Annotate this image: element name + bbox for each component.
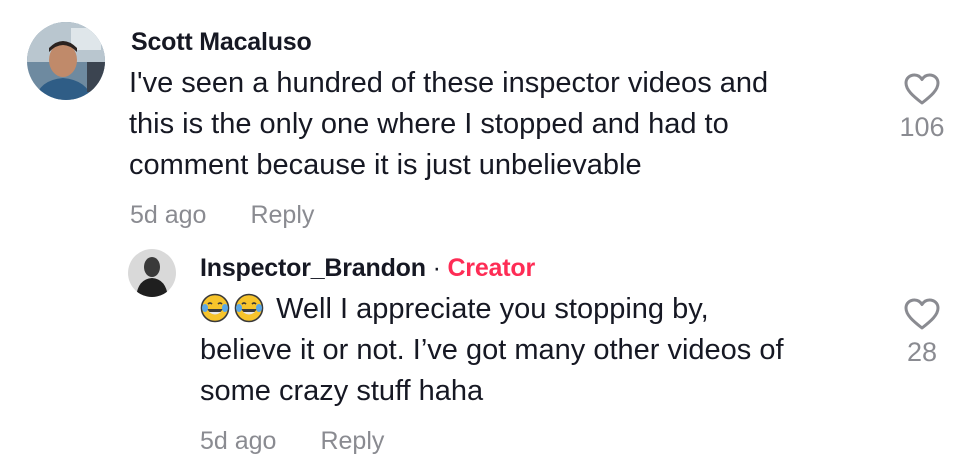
like-count: 106 bbox=[899, 112, 945, 142]
like-button[interactable]: 106 bbox=[887, 72, 957, 143]
avatar[interactable] bbox=[27, 22, 105, 100]
reply-button[interactable]: Reply bbox=[250, 201, 314, 229]
reply-button[interactable]: Reply bbox=[320, 427, 384, 455]
like-button[interactable]: 28 bbox=[887, 297, 957, 368]
comment-meta: 5d ago Reply bbox=[130, 201, 314, 230]
avatar[interactable] bbox=[128, 249, 176, 297]
like-count: 28 bbox=[906, 337, 938, 367]
creator-badge: Creator bbox=[447, 254, 535, 282]
comment-text: 😂😂 Well I appreciate you stopping by, bbox=[200, 289, 900, 412]
comment-text-line: this is the only one where I stopped and… bbox=[129, 108, 729, 140]
comment-text-line: 😂😂 Well I appreciate you stopping by, bbox=[200, 289, 900, 330]
separator-dot: · bbox=[432, 254, 441, 282]
comment-text: I've seen a hundred of these inspector v… bbox=[129, 63, 889, 186]
comment-text-line-content: Well I appreciate you stopping by, bbox=[276, 293, 709, 325]
comment-author[interactable]: Inspector_Brandon bbox=[200, 254, 426, 282]
heart-outline-icon bbox=[904, 298, 940, 330]
comment-timestamp: 5d ago bbox=[130, 201, 207, 229]
tears-of-joy-emoji bbox=[234, 293, 264, 323]
tears-of-joy-emoji bbox=[200, 293, 230, 323]
heart-outline-icon bbox=[904, 73, 940, 105]
comment-text-line: comment because it is just unbelievable bbox=[129, 149, 642, 181]
comment-author-line: Inspector_Brandon · Creator bbox=[200, 254, 535, 283]
comment-text-line: believe it or not. I’ve got many other v… bbox=[200, 334, 784, 366]
comment-author[interactable]: Scott Macaluso bbox=[131, 28, 312, 57]
comment-item: Scott Macaluso I've seen a hundred of th… bbox=[0, 0, 980, 240]
comment-timestamp: 5d ago bbox=[200, 427, 277, 455]
comment-text-line: some crazy stuff haha bbox=[200, 375, 484, 407]
reply-comment-item: Inspector_Brandon · Creator 😂😂 bbox=[0, 240, 980, 470]
comment-text-line: I've seen a hundred of these inspector v… bbox=[129, 67, 769, 99]
comment-meta: 5d ago Reply bbox=[200, 427, 384, 456]
